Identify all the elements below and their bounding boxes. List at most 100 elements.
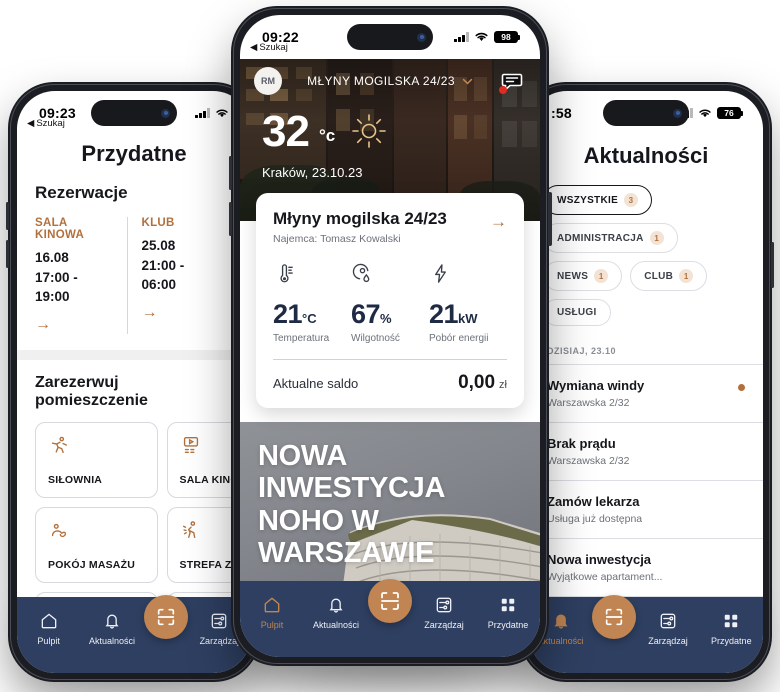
card-arrow-icon[interactable]: →	[490, 209, 507, 232]
reservations-heading: Rezerwacje	[35, 183, 128, 202]
phone-center-screen: 09:22 98 ◀ Szukaj RM MŁYNY MOGILSKA 24/2…	[240, 15, 540, 657]
nav-label: Przydatne	[487, 620, 529, 630]
bottom-nav-left: Pulpit Aktualności Zarządzaj	[17, 595, 251, 673]
property-selector[interactable]: MŁYNY MOGILSKA 24/23	[282, 74, 498, 88]
nav-scan-fab[interactable]	[368, 579, 412, 623]
news-list-item[interactable]: Brak prądu Warszawska 2/32	[529, 422, 763, 480]
chip-label: WSZYSTKIE	[557, 194, 619, 206]
playzone-icon	[182, 520, 195, 538]
sliders-icon	[436, 597, 452, 613]
nav-scan-fab[interactable]	[592, 595, 637, 639]
chip-count: 3	[624, 193, 639, 207]
power-button[interactable]	[548, 192, 552, 246]
reservation-arrow-icon[interactable]: →	[142, 304, 222, 322]
reservation-card[interactable]: KLUB 25.08 21:00 - 06:00 →	[126, 217, 234, 334]
card-header: Młyny mogilska 24/23 Najemca: Tomasz Kow…	[273, 209, 507, 245]
nav-item-aktualnosci[interactable]: Aktualności	[304, 595, 368, 630]
reservation-card[interactable]: SALA KINOWA 16.08 17:00 - 19:00 →	[35, 217, 127, 334]
card-title: Młyny mogilska 24/23	[273, 209, 447, 228]
news-title: Brak prądu	[547, 436, 616, 451]
battery-indicator: 98	[494, 31, 521, 43]
page-title: Aktualności	[583, 143, 709, 168]
cellular-signal-icon	[454, 32, 469, 42]
chip-club[interactable]: CLUB 1	[630, 261, 708, 291]
cinema-icon	[183, 436, 198, 453]
unread-badge	[499, 86, 507, 94]
news-list-item[interactable]: Zamów lekarza Usługa już dostępna	[529, 480, 763, 538]
nav-item-aktualnosci[interactable]: Aktualności	[80, 611, 143, 646]
thermometer-icon	[280, 264, 293, 283]
status-bar-center: 09:22 98 ◀ Szukaj	[240, 15, 540, 59]
balance-currency: zł	[499, 379, 507, 391]
news-list-item[interactable]: Nowa inwestycja Wyjątkowe apartament...	[529, 538, 763, 596]
reservation-time: 21:00 - 06:00	[141, 257, 185, 293]
bottom-nav-right: Aktualności Zarządzaj Przydatne	[529, 595, 763, 673]
reservation-date: 25.08	[141, 238, 176, 253]
metrics-row: 21°C Temperatura 67% Wilgotność 21kW Pob…	[273, 262, 507, 344]
bottom-nav-center: Pulpit Aktualności Zarządzaj Przydatne	[240, 579, 540, 657]
nav-scan-fab[interactable]	[143, 595, 188, 639]
news-subtitle: Usługa już dostępna	[547, 513, 643, 525]
balance-row: Aktualne saldo 0,00 zł	[273, 372, 507, 394]
chip-administracja[interactable]: ADMINISTRACJA 1	[543, 223, 678, 253]
nav-item-pulpit[interactable]: Pulpit	[17, 611, 80, 646]
property-summary-card[interactable]: Młyny mogilska 24/23 Najemca: Tomasz Kow…	[256, 193, 524, 408]
chip-count: 1	[649, 231, 664, 245]
nav-item-przydatne[interactable]: Przydatne	[476, 595, 540, 630]
gym-icon	[51, 436, 68, 453]
metric-label: Pobór energii	[429, 333, 489, 344]
bell-icon	[105, 614, 119, 629]
dynamic-island	[347, 24, 433, 50]
humidity-icon	[352, 263, 370, 283]
balance-label: Aktualne saldo	[273, 376, 359, 391]
nav-item-przydatne[interactable]: Przydatne	[700, 611, 763, 646]
nav-item-pulpit[interactable]: Pulpit	[240, 595, 304, 630]
chip-uslugi[interactable]: USŁUGI	[543, 299, 611, 326]
back-to-app-link[interactable]: ◀ Szukaj	[27, 118, 65, 129]
room-card-silownia[interactable]: SIŁOWNIA	[35, 421, 158, 498]
metric-unit: kW	[458, 311, 478, 326]
promo-headline: NOWA INWESTYCJA NOHO W WARSZAWIE	[258, 440, 445, 570]
bolt-icon	[435, 264, 446, 283]
phone-left-screen: 09:23 ◀ Szukaj Przydatne Rezerwacje SALA…	[17, 91, 251, 673]
phone-left: 09:23 ◀ Szukaj Przydatne Rezerwacje SALA…	[6, 82, 260, 682]
news-list-item[interactable]: Wymiana windy Warszawska 2/32	[529, 364, 763, 422]
messages-button[interactable]	[498, 67, 526, 95]
weather-temperature: 32	[262, 107, 310, 157]
dynamic-island	[91, 100, 177, 126]
volume-up-button[interactable]	[228, 156, 232, 190]
scan-icon	[157, 608, 174, 626]
avatar[interactable]: RM	[254, 67, 282, 95]
metric-temperatura: 21°C Temperatura	[273, 262, 351, 344]
news-subtitle: Wyjątkowe apartament...	[547, 571, 663, 583]
volume-down-button[interactable]	[6, 240, 9, 268]
reservation-arrow-icon[interactable]: →	[35, 316, 115, 334]
metric-value: 21	[273, 299, 303, 329]
reservations-list: SALA KINOWA 16.08 17:00 - 19:00 → KLUB 2…	[35, 217, 233, 334]
grid-icon	[501, 598, 515, 612]
unread-dot-icon	[738, 384, 745, 391]
room-label: POKÓJ MASAŻU	[48, 558, 135, 571]
room-card-pokoj-masazu[interactable]: POKÓJ MASAŻU	[35, 506, 158, 583]
chip-label: CLUB	[644, 270, 674, 282]
back-to-app-link[interactable]: ◀ Szukaj	[250, 42, 288, 53]
news-subtitle: Warszawska 2/32	[547, 455, 630, 467]
metric-wilgotnosc: 67% Wilgotność	[351, 262, 429, 344]
chip-news[interactable]: NEWS 1	[543, 261, 623, 291]
scan-icon	[606, 608, 623, 626]
power-button[interactable]	[771, 242, 774, 288]
back-label: Szukaj	[36, 118, 65, 129]
card-divider	[273, 359, 507, 360]
hero-toolbar: RM MŁYNY MOGILSKA 24/23	[240, 59, 540, 95]
home-icon	[264, 597, 280, 613]
filter-chip-row: WSZYSTKIE 3 ADMINISTRACJA 1 NEWS 1 CLUB …	[529, 185, 763, 340]
nav-item-zarzadzaj[interactable]: Zarządzaj	[636, 611, 699, 646]
day-label-today: DZISIAJ, 23.10	[547, 346, 617, 356]
back-chevron-icon: ◀	[27, 118, 35, 129]
volume-up-button[interactable]	[6, 202, 9, 230]
chevron-down-icon	[462, 78, 473, 85]
bell-icon	[554, 614, 568, 629]
volume-down-button[interactable]	[228, 202, 232, 236]
chip-wszystkie[interactable]: WSZYSTKIE 3	[543, 185, 653, 215]
nav-item-zarzadzaj[interactable]: Zarządzaj	[412, 595, 476, 630]
